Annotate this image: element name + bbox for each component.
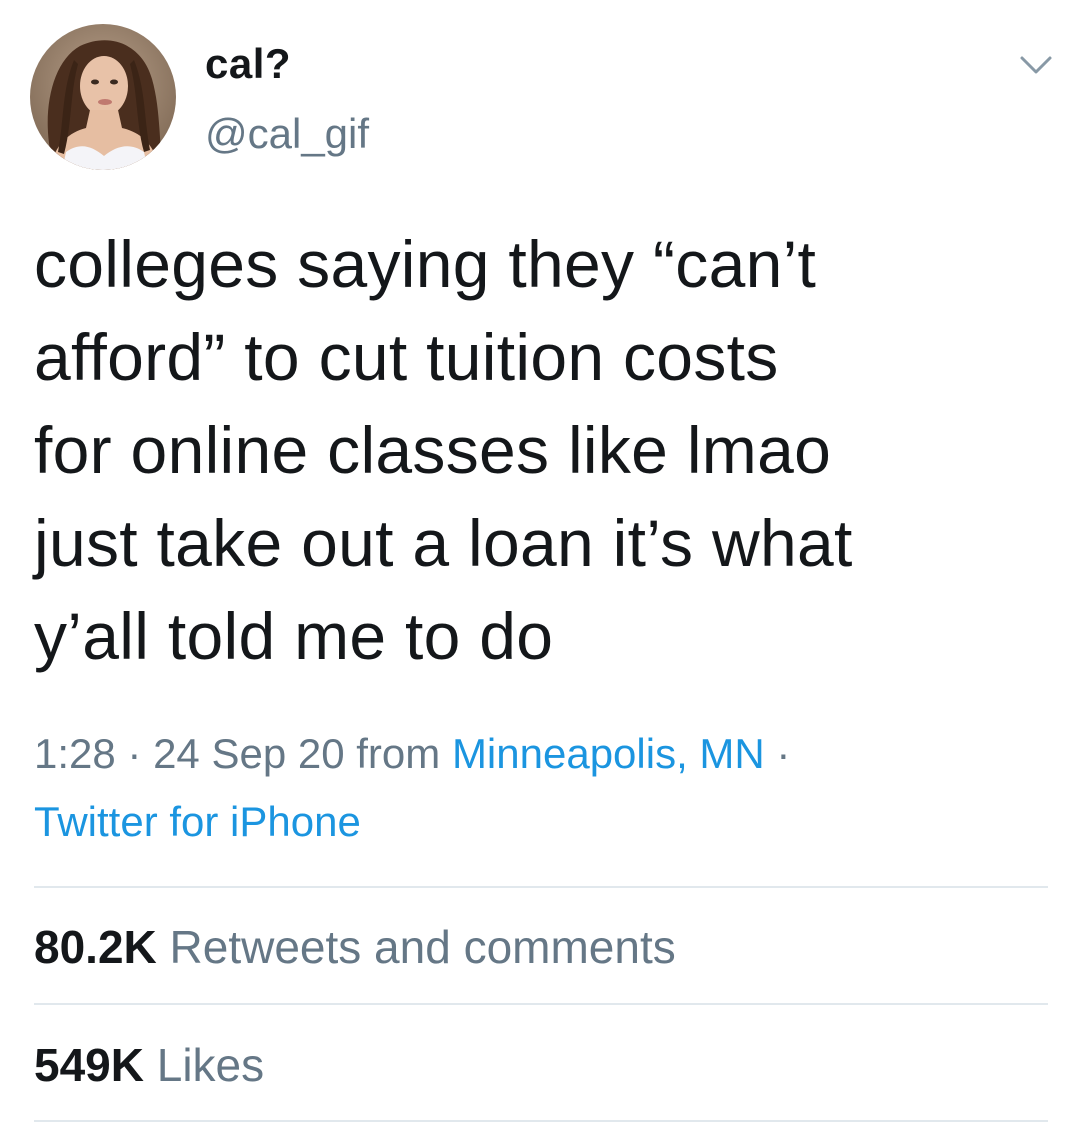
- tweet-text-line: for online classes like lmao: [34, 413, 832, 487]
- meta-separator: ·: [115, 730, 154, 777]
- tweet-date[interactable]: 24 Sep 20: [153, 730, 345, 777]
- retweets-label: Retweets and comments: [156, 921, 676, 973]
- tweet-text-line: y’all told me to do: [34, 599, 554, 673]
- tweet-text: colleges saying they “can’t afford” to c…: [34, 218, 1054, 683]
- likes-label: Likes: [143, 1039, 265, 1091]
- user-handle[interactable]: @cal_gif: [205, 110, 369, 158]
- meta-separator: ·: [764, 730, 791, 777]
- location-link[interactable]: Minneapolis, MN: [452, 730, 765, 777]
- timestamp-row: 1:28 · 24 Sep 20 from Minneapolis, MN ·: [34, 720, 1054, 788]
- source-row: Twitter for iPhone: [34, 788, 1054, 856]
- avatar-image: [30, 24, 176, 170]
- tweet-text-line: colleges saying they “can’t: [34, 227, 817, 301]
- from-label: from: [344, 730, 452, 777]
- tweet-header: cal? @cal_gif: [0, 0, 1080, 200]
- chevron-down-icon[interactable]: [1016, 50, 1056, 80]
- divider: [34, 1120, 1048, 1122]
- divider: [34, 886, 1048, 888]
- tweet-text-line: just take out a loan it’s what: [34, 506, 853, 580]
- avatar[interactable]: [30, 24, 176, 170]
- divider: [34, 1003, 1048, 1005]
- likes-count: 549K: [34, 1039, 144, 1091]
- likes-stat[interactable]: 549K Likes: [34, 1038, 264, 1092]
- source-link[interactable]: Twitter for iPhone: [34, 798, 361, 845]
- tweet-metadata: 1:28 · 24 Sep 20 from Minneapolis, MN · …: [34, 720, 1054, 856]
- tweet-text-line: afford” to cut tuition costs: [34, 320, 779, 394]
- retweets-stat[interactable]: 80.2K Retweets and comments: [34, 920, 676, 974]
- tweet-time[interactable]: 1:28: [34, 730, 116, 777]
- display-name[interactable]: cal?: [205, 40, 291, 88]
- retweets-count: 80.2K: [34, 921, 157, 973]
